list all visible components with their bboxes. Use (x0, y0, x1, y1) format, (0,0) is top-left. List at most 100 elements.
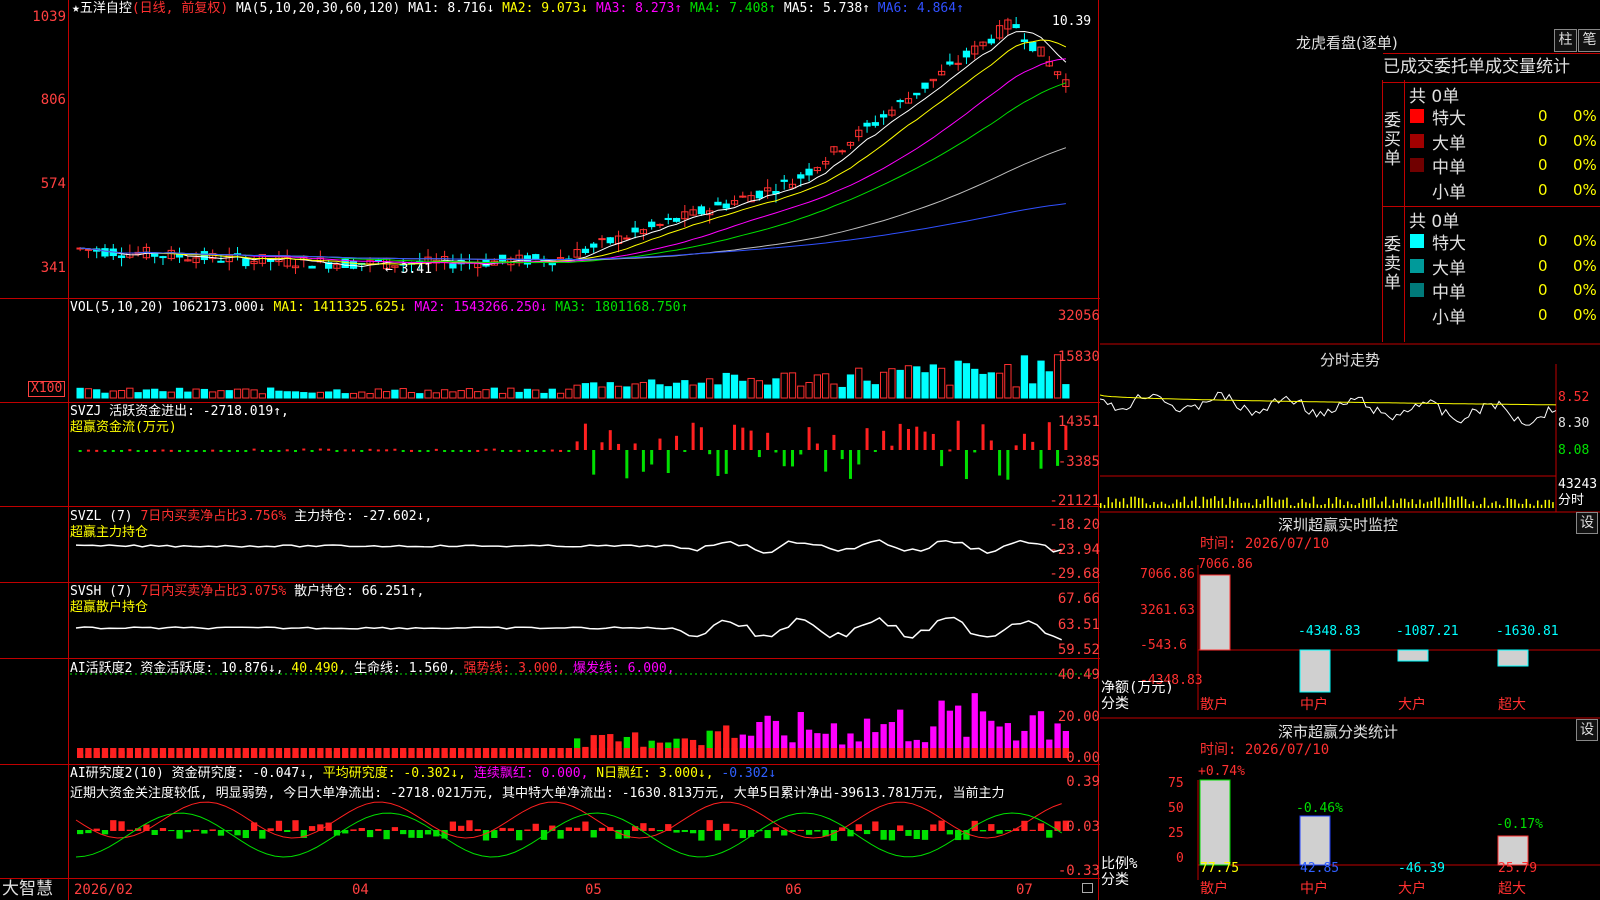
research-bar (516, 830, 523, 841)
intraday-volume-bar (1160, 501, 1163, 508)
intraday-volume-bar (1263, 499, 1265, 508)
volume-bar (1012, 386, 1020, 399)
intraday-volume-bar (1217, 500, 1220, 508)
flow-bar (699, 427, 703, 450)
volume-bar (830, 383, 838, 399)
sc-settings-button[interactable]: 设 (1576, 719, 1598, 741)
sell-row-count: 0 (1538, 256, 1548, 275)
research-bar (217, 830, 225, 836)
intraday-volume-bar (1457, 496, 1459, 508)
volume-bar (697, 382, 706, 399)
x-axis-label: 2026/02 (74, 882, 134, 898)
flow-bar (890, 445, 894, 450)
intraday-volume-bar (1100, 503, 1102, 508)
tab-volume-stats[interactable]: 成交量统计 (1485, 54, 1570, 82)
flow-bar (269, 450, 273, 452)
volume-bar (117, 390, 126, 399)
flow-bar (517, 449, 521, 452)
intraday-volume-bar (1236, 498, 1239, 508)
tab-orders[interactable]: 委托单 (1434, 54, 1485, 82)
research-bar (159, 828, 167, 831)
intraday-volume-bar (1248, 502, 1250, 508)
intraday-volume-bar (1510, 498, 1512, 508)
candle-body (714, 201, 722, 206)
sell-color-swatch (1410, 258, 1424, 273)
research-bar (714, 830, 722, 841)
sz-settings-button[interactable]: 设 (1576, 512, 1598, 534)
activity-base-bar (308, 748, 316, 758)
activity-base-bar (623, 748, 630, 758)
intraday-volume-bar (1540, 504, 1543, 508)
sz-value: 7066.86 (1198, 557, 1253, 572)
sc-bar (1299, 815, 1331, 866)
lock-icon[interactable] (1082, 883, 1093, 893)
pen-view-button[interactable]: 笔 (1578, 29, 1600, 52)
flow-bar (95, 449, 99, 452)
ma6-value: MA6: 4.864↑ (877, 1, 964, 16)
svsh-y-tick: 63.51 (1057, 617, 1100, 633)
lhb-title: 龙虎看盘(逐单) (1296, 34, 1398, 52)
intraday-volume-bar (1282, 499, 1284, 508)
kline-y-tick: 1039 (32, 9, 66, 25)
activity-base-bar (863, 748, 871, 758)
tab-filled[interactable]: 已成交 (1383, 54, 1434, 82)
activity-base-bar (822, 748, 829, 758)
ai2-v3: 连续飘红: 0.000, (473, 766, 589, 781)
flow-bar (534, 450, 538, 452)
activity-base-bar (557, 748, 564, 758)
intraday-volume-bar (1206, 499, 1208, 508)
volume-bar (300, 392, 308, 399)
flow-bar (749, 430, 753, 450)
buy-row-pct: 0% (1573, 131, 1597, 150)
chart-area[interactable]: ★五洋自控(日线, 前复权) MA(5,10,20,30,60,120) MA1… (0, 0, 1100, 900)
research-bar (706, 820, 713, 831)
volume-bar (929, 364, 937, 399)
buy-row-name: 中单 (1432, 158, 1466, 178)
intraday-volume-bar (1499, 504, 1501, 508)
candle-body (175, 253, 184, 258)
research-bar (242, 830, 249, 839)
flow-bar (128, 449, 132, 452)
volume-bar (879, 371, 888, 399)
ma-line (80, 58, 1066, 265)
flow-bar (78, 450, 82, 452)
chart-canvas[interactable] (0, 0, 1100, 900)
research-bar (855, 824, 862, 831)
ai1-y-tick: 0.00 (1066, 750, 1100, 766)
volume-bar (590, 382, 598, 399)
research-bar (623, 830, 630, 839)
ma-line (80, 30, 1067, 268)
intraday-volume-bar (1179, 502, 1182, 508)
intraday-volume-bar (1392, 499, 1395, 508)
flow-bar (509, 450, 513, 452)
volume-bar (573, 384, 581, 399)
main-holding-line (75, 539, 1062, 555)
activity-base-bar (930, 748, 937, 758)
candle-body (921, 82, 929, 89)
activity-base-bar (532, 748, 539, 758)
candle-body (962, 50, 971, 58)
research-bar (383, 830, 390, 840)
svzl-sub: 超赢主力持仓 (70, 525, 149, 540)
star-icon: ★ (72, 1, 80, 16)
candle-body (498, 254, 507, 262)
research-bar (797, 829, 804, 831)
flow-bar (161, 449, 165, 452)
candle-body (84, 248, 93, 251)
volume-bar (904, 365, 913, 399)
sell-row-name: 中单 (1432, 283, 1466, 303)
flow-bar (741, 427, 745, 450)
activity-base-bar (317, 748, 324, 758)
activity-base-bar (234, 748, 241, 758)
flow-bar (277, 450, 281, 452)
intraday-volume-bar (1483, 497, 1486, 508)
intraday-volume-bar (1191, 500, 1193, 508)
buy-color-swatch (1410, 158, 1424, 172)
ma-line (80, 203, 1066, 261)
bar-view-button[interactable]: 柱 (1554, 29, 1577, 52)
flow-bar (882, 430, 886, 450)
volume-bar (382, 391, 391, 399)
volume-bar (987, 372, 995, 399)
intraday-volume-bar (1396, 503, 1398, 508)
activity-base-bar (400, 748, 407, 758)
